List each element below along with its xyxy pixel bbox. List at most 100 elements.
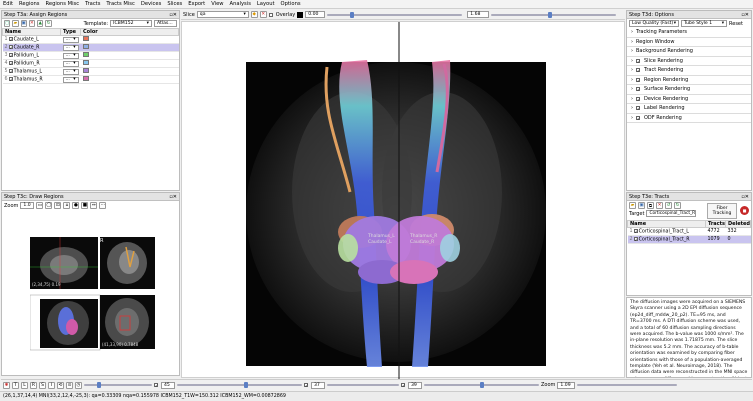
color-swatch[interactable] xyxy=(82,36,89,41)
region-name-cell[interactable]: 6 ✓Thalamus_R xyxy=(2,75,61,84)
view-button[interactable]: R xyxy=(30,381,37,389)
table-row[interactable]: 1 ✓Corticospinal_Tract_L 4772 332 xyxy=(627,227,751,236)
region-color-cell[interactable] xyxy=(80,43,179,52)
float-close-icon[interactable]: ▫✕ xyxy=(741,194,749,200)
axial-slider[interactable] xyxy=(424,382,539,388)
slider-knob[interactable] xyxy=(479,382,484,388)
chevron-right-icon[interactable]: › xyxy=(631,29,633,35)
refresh-icon[interactable]: ↻ xyxy=(45,20,52,27)
sagittal-input[interactable]: 45 xyxy=(161,381,175,389)
view-button[interactable]: I xyxy=(48,381,55,389)
menu-item[interactable]: View xyxy=(208,1,226,7)
table-row[interactable]: 6 ✓Thalamus_R... ▾ xyxy=(2,75,179,84)
option-checkbox[interactable]: ✓ xyxy=(636,87,640,92)
delete-tract-icon[interactable]: ✕ xyxy=(656,202,663,209)
option-item[interactable]: › ✓ Slice Rendering xyxy=(627,57,751,66)
menu-item[interactable]: Export xyxy=(185,1,208,7)
style-select[interactable]: Tube Style 1 ▾ xyxy=(681,20,727,27)
region-name-cell[interactable]: 4 ✓Pallidum_R xyxy=(2,59,61,68)
menu-item[interactable]: Tracts Misc xyxy=(103,1,137,7)
sagittal-slider[interactable] xyxy=(177,382,302,388)
float-close-icon[interactable]: ▫✕ xyxy=(169,194,177,200)
chevron-right-icon[interactable]: › xyxy=(631,115,633,121)
overlay-max-input[interactable]: 1.68 xyxy=(467,11,490,18)
option-checkbox[interactable]: ✓ xyxy=(636,115,640,120)
new-region-icon[interactable]: ◻ xyxy=(4,20,11,27)
slider-knob[interactable] xyxy=(96,382,101,388)
chevron-right-icon[interactable]: › xyxy=(631,58,633,64)
visible-checkbox[interactable]: ✓ xyxy=(8,44,13,49)
region-type-cell[interactable]: ... ▾ xyxy=(60,59,81,68)
region-type-cell[interactable]: ... ▾ xyxy=(60,67,81,76)
table-row[interactable]: 2 ✓Caudate_R... ▾ xyxy=(2,43,179,52)
visible-checkbox[interactable]: ✓ xyxy=(8,36,13,41)
menu-item[interactable]: Slices xyxy=(164,1,185,7)
slice-select[interactable]: qa ▾ xyxy=(196,11,249,18)
overlay-color-swatch[interactable] xyxy=(297,11,304,18)
view-button[interactable]: T xyxy=(12,381,19,389)
add-icon[interactable]: ▲ xyxy=(37,20,44,27)
region-color-cell[interactable] xyxy=(80,75,179,84)
atlas-button[interactable]: Atlas... xyxy=(153,20,177,27)
region-name-cell[interactable]: 3 ✓Pallidum_L xyxy=(2,51,61,60)
sagittal-checkbox[interactable]: ✓ xyxy=(154,383,158,388)
table-row[interactable]: 3 ✓Pallidum_L... ▾ xyxy=(2,51,179,60)
slider-knob[interactable] xyxy=(243,382,248,388)
chevron-right-icon[interactable]: › xyxy=(631,77,633,83)
table-row[interactable]: 5 ✓Thalamus_L... ▾ xyxy=(2,67,179,76)
erase-tool-icon[interactable]: ⊡ xyxy=(54,202,62,209)
quality-select[interactable]: Low Quality (Fast) ▾ xyxy=(629,20,679,27)
option-item[interactable]: › ✓ Surface Rendering xyxy=(627,85,751,95)
option-item[interactable]: › Region Window xyxy=(627,38,751,47)
option-item[interactable]: › ✓ Device Rendering xyxy=(627,95,751,104)
view-button[interactable]: S xyxy=(39,381,46,389)
menu-item[interactable]: Layout xyxy=(254,1,278,7)
cube-tool-icon[interactable]: ■ xyxy=(81,202,89,209)
chevron-right-icon[interactable]: › xyxy=(631,48,633,54)
float-close-icon[interactable]: ▫✕ xyxy=(169,12,177,18)
region-type-cell[interactable]: ... ▾ xyxy=(60,35,81,44)
chevron-right-icon[interactable]: › xyxy=(631,105,633,111)
clock-icon[interactable]: ◷ xyxy=(75,381,82,389)
option-item[interactable]: › ✓ Label Rendering xyxy=(627,104,751,114)
option-item[interactable]: › Background Rendering xyxy=(627,47,751,57)
visible-checkbox[interactable]: ✓ xyxy=(8,76,13,81)
menu-item[interactable]: Options xyxy=(278,1,304,7)
color-swatch[interactable] xyxy=(82,44,89,49)
menu-item[interactable]: Analysis xyxy=(227,1,254,7)
region-name-cell[interactable]: 5 ✓Thalamus_L xyxy=(2,67,61,76)
stop-icon[interactable]: ■ xyxy=(740,206,749,215)
option-item[interactable]: › ✓ Tract Rendering xyxy=(627,66,751,76)
open-icon[interactable]: ▰ xyxy=(12,20,19,27)
save-icon[interactable]: ▣ xyxy=(20,20,27,27)
option-checkbox[interactable]: ✓ xyxy=(636,96,640,101)
color-map-icon[interactable]: ◆ xyxy=(250,11,258,18)
overlay-slider[interactable] xyxy=(327,11,463,18)
option-checkbox[interactable]: ✓ xyxy=(636,77,640,82)
template-select[interactable]: ICBM152 ▾ xyxy=(110,20,152,27)
remove-slice-icon[interactable]: ✕ xyxy=(259,11,267,18)
float-close-icon[interactable]: ▫✕ xyxy=(741,12,749,18)
axial-checkbox[interactable]: ✓ xyxy=(401,383,405,388)
option-checkbox[interactable]: ✓ xyxy=(636,58,640,63)
rotate-icon[interactable]: ⟲ xyxy=(57,381,64,389)
undo-icon[interactable]: ↺ xyxy=(665,202,672,209)
region-type-cell[interactable]: ... ▾ xyxy=(60,43,81,52)
slice-mosaic[interactable]: R (2,34,75) 0.19 (41,33,90) 0.7848 xyxy=(29,237,155,363)
settings-icon[interactable]: ✱ xyxy=(3,381,10,389)
threshold-slider[interactable] xyxy=(491,11,617,18)
slider-knob[interactable] xyxy=(547,11,552,18)
menu-item[interactable]: Regions xyxy=(16,1,42,7)
chevron-right-icon[interactable]: › xyxy=(631,96,633,102)
delete-icon[interactable]: ✕ xyxy=(28,20,36,27)
color-swatch[interactable] xyxy=(82,60,89,65)
open-tract-icon[interactable]: ▰ xyxy=(629,202,636,209)
rect-tool-icon[interactable]: ▭ xyxy=(36,202,44,209)
table-row[interactable]: 4 ✓Pallidum_R... ▾ xyxy=(2,59,179,68)
menu-item[interactable]: Tracts xyxy=(82,1,103,7)
menu-item[interactable]: Edit xyxy=(0,1,16,7)
viewer-3d[interactable]: Thalamus_L Caudate_L Thalamus_R Caudate_… xyxy=(181,21,625,379)
slider-knob[interactable] xyxy=(349,11,354,18)
fiber-tracking-button[interactable]: Fiber Tracking xyxy=(707,203,737,219)
table-row[interactable]: 2 ✓Corticospinal_Tract_R 1079 0 xyxy=(627,235,751,244)
